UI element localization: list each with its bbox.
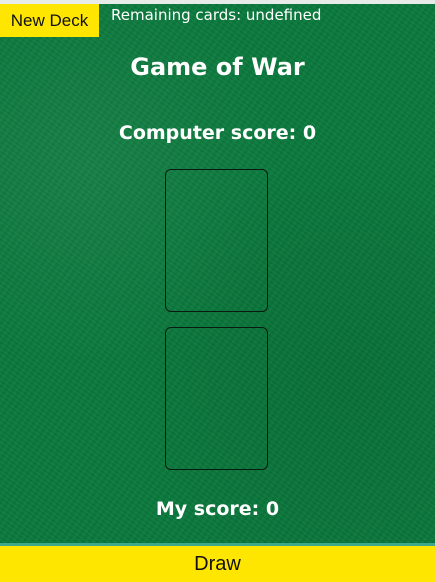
computer-card-slot [165,169,268,312]
draw-button[interactable]: Draw [0,546,435,582]
remaining-cards-text: Remaining cards: undefined [111,6,322,24]
game-title: Game of War [130,53,305,81]
player-card-slot [165,327,268,470]
my-score: My score: 0 [155,498,280,520]
computer-score: Computer score: 0 [118,122,317,144]
new-deck-button[interactable]: New Deck [0,4,99,37]
